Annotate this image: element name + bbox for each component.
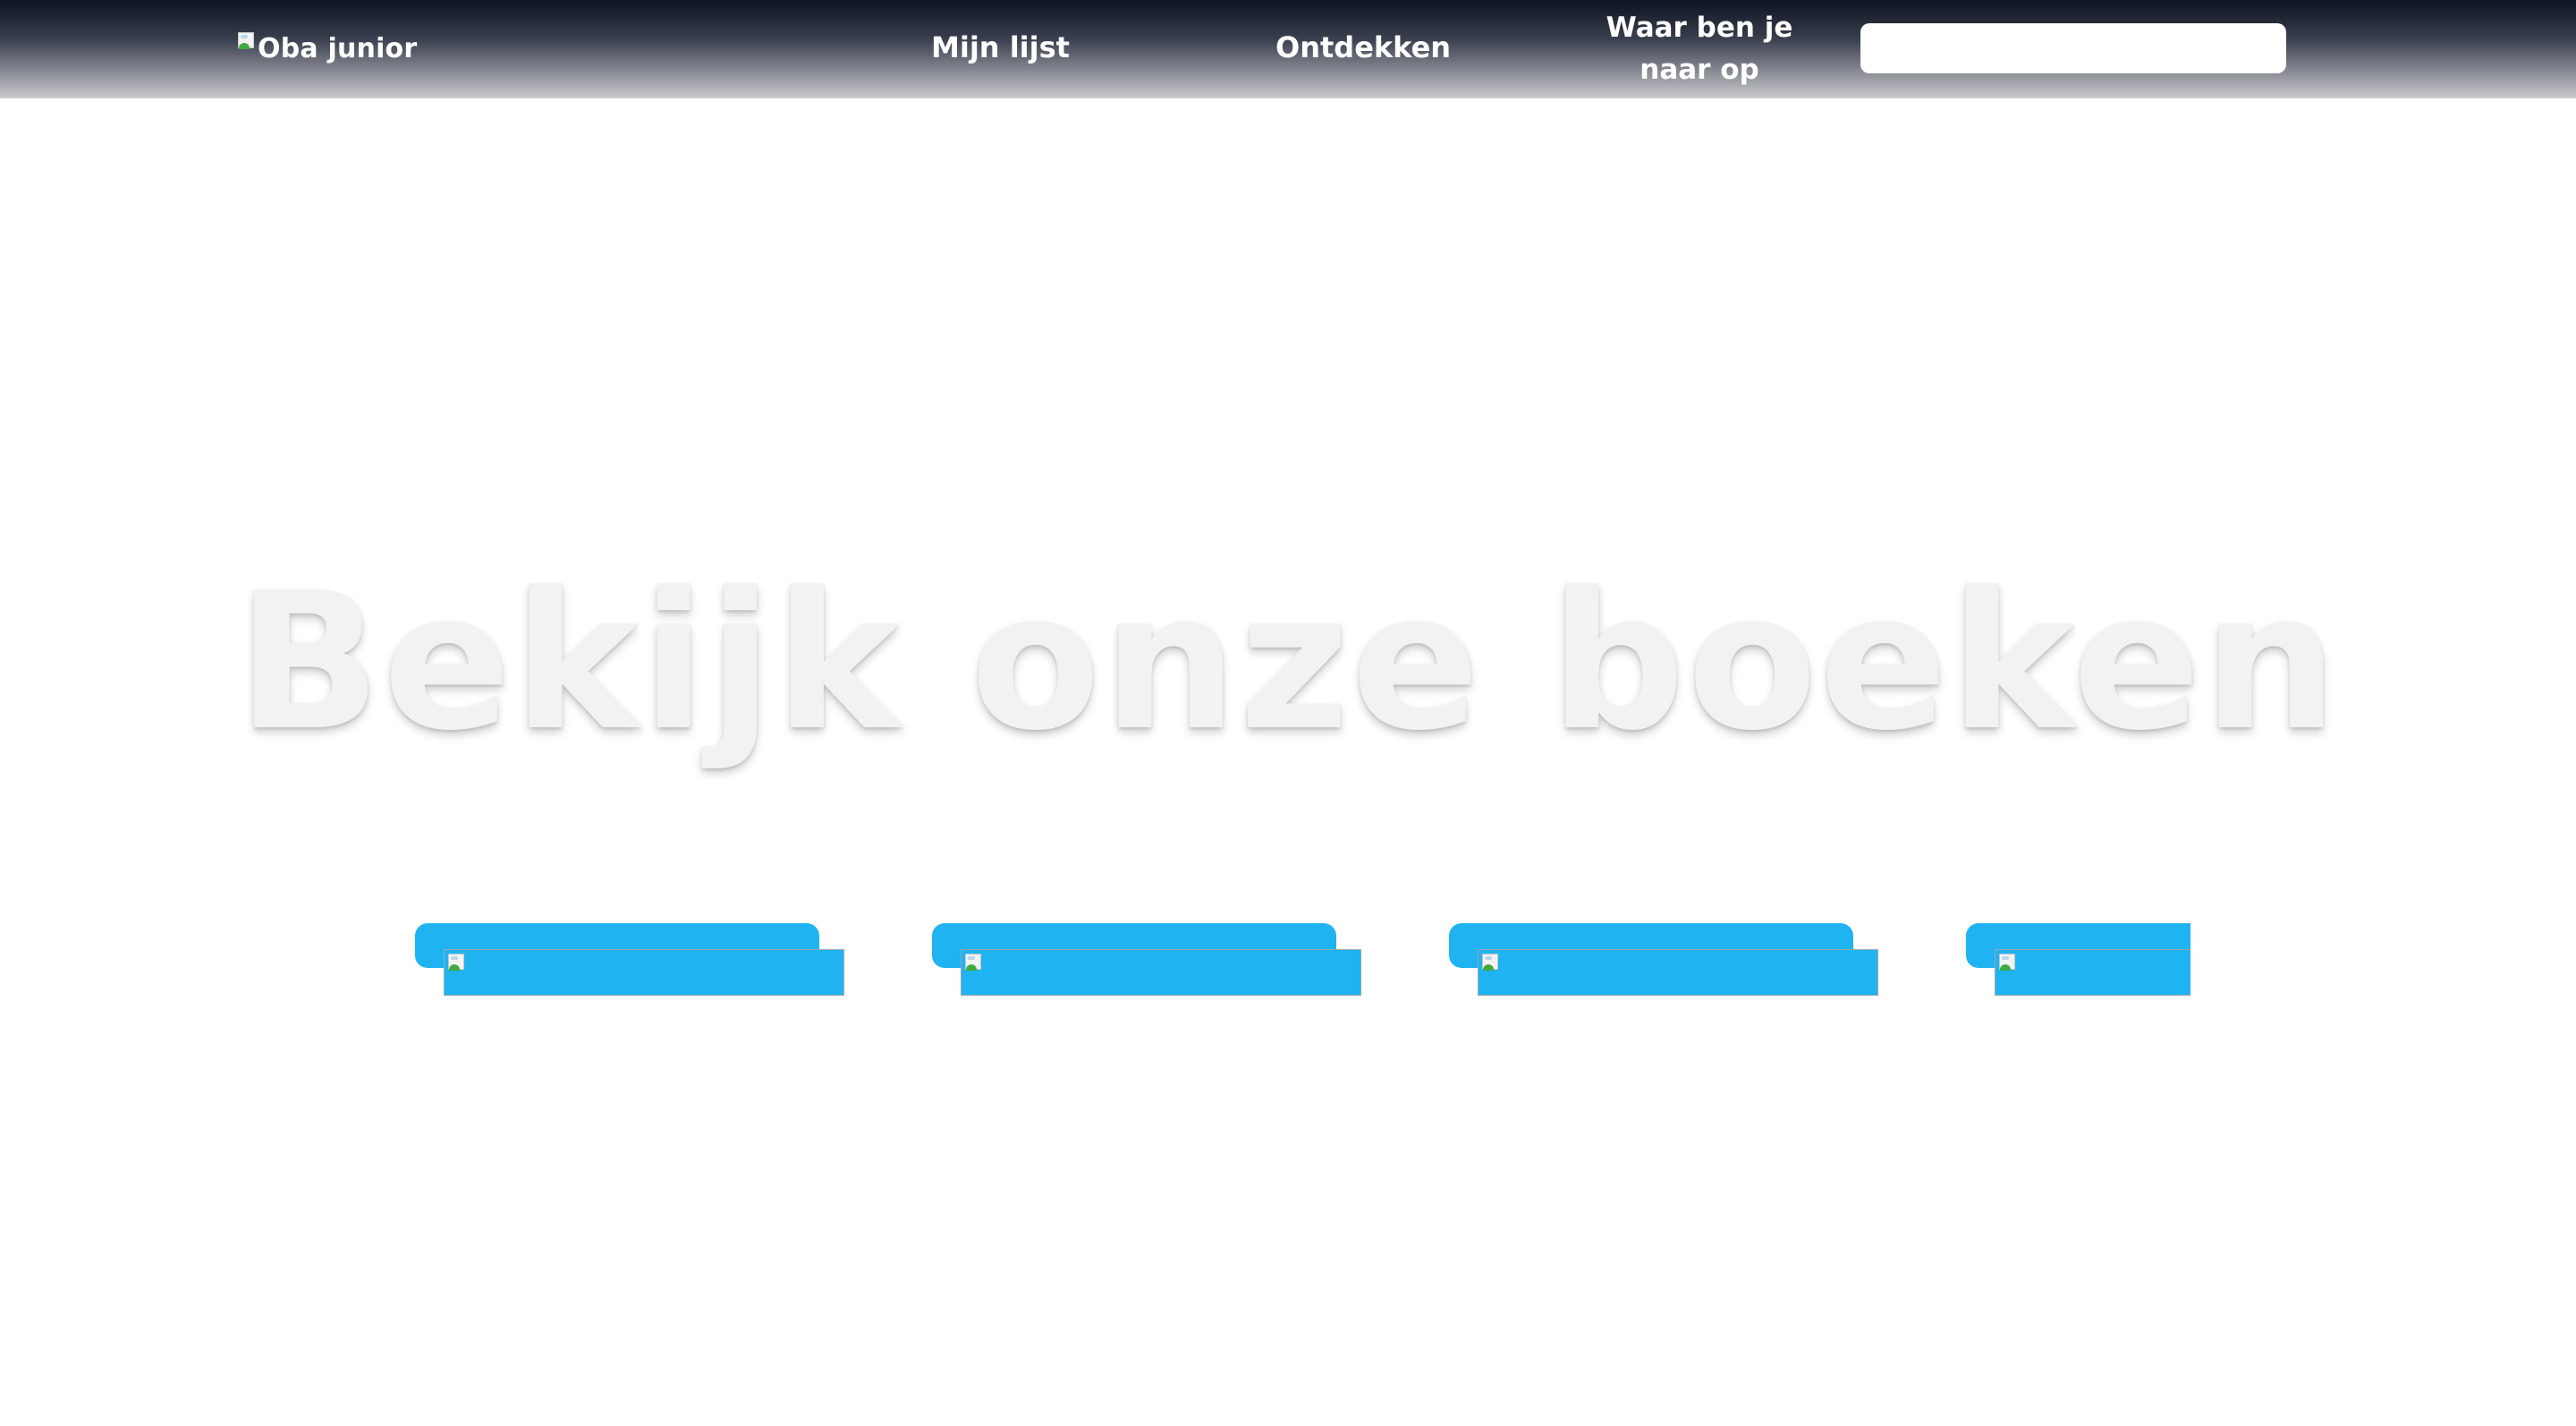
book-cover[interactable] — [961, 949, 1361, 996]
hero-title: Bekijk onze boeken — [236, 551, 2340, 772]
search-label: Waar ben je naar op zoek? — [1606, 12, 1793, 128]
broken-image-icon — [965, 954, 983, 972]
book-carousel — [415, 921, 2190, 998]
broken-image-icon — [448, 954, 466, 972]
book-card[interactable] — [1449, 921, 1878, 998]
book-cover[interactable] — [444, 949, 844, 996]
broken-image-icon — [238, 32, 256, 50]
nav-ontdekken[interactable]: Ontdekken — [1275, 30, 1451, 64]
nav-mijn-lijst[interactable]: Mijn lijst — [931, 30, 1070, 64]
site-header: Oba junior Mijn lijst Ontdekken Waar ben… — [0, 0, 2576, 128]
book-card[interactable] — [415, 921, 844, 998]
book-cover[interactable] — [1995, 949, 2190, 996]
page: Oba junior Mijn lijst Ontdekken Waar ben… — [0, 0, 2576, 1426]
logo-alt-text: Oba junior — [258, 32, 418, 64]
broken-image-icon — [1482, 954, 1500, 972]
logo-link[interactable]: Oba junior — [238, 27, 417, 70]
broken-image-icon — [1999, 954, 2017, 972]
book-card[interactable] — [932, 921, 1361, 998]
book-card[interactable] — [1966, 921, 2190, 998]
book-cover[interactable] — [1478, 949, 1878, 996]
search-input[interactable] — [1860, 23, 2286, 73]
